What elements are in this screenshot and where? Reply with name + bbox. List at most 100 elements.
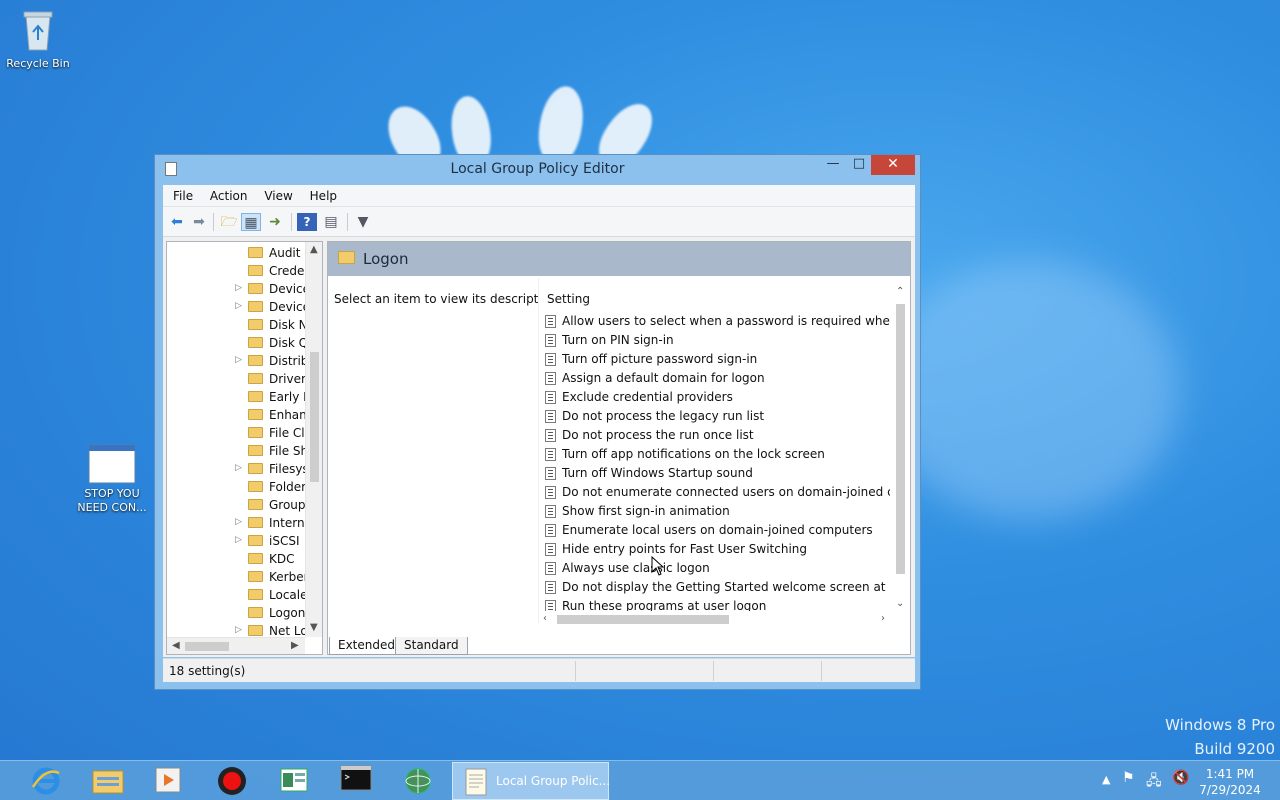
- setting-row[interactable]: Show first sign-in animation: [545, 502, 890, 521]
- menu-action[interactable]: Action: [200, 185, 248, 203]
- scroll-left-arrow-icon[interactable]: ‹: [543, 613, 547, 624]
- properties-pane-icon[interactable]: ▤: [321, 213, 341, 231]
- tree-item[interactable]: Early L: [167, 388, 317, 406]
- record-app-button[interactable]: [210, 765, 254, 797]
- expand-arrow-icon[interactable]: ▷: [235, 283, 242, 293]
- setting-row[interactable]: Turn off app notifications on the lock s…: [545, 445, 890, 464]
- close-button[interactable]: ✕: [871, 155, 915, 175]
- stop-you-need-con-shortcut[interactable]: STOP YOU NEED CON...: [74, 444, 150, 515]
- tree-item[interactable]: ▷ Filesys: [167, 460, 317, 478]
- recycle-bin-shortcut[interactable]: Recycle Bin: [0, 6, 76, 71]
- setting-row[interactable]: Do not process the legacy run list: [545, 407, 890, 426]
- volume-muted-icon[interactable]: 🔇: [1172, 770, 1189, 786]
- tree-item[interactable]: KDC: [167, 550, 317, 568]
- tree-item[interactable]: File Sh: [167, 442, 317, 460]
- settings-list: Setting Allow users to select when a pas…: [538, 278, 910, 628]
- maximize-button[interactable]: □: [845, 155, 873, 175]
- setting-column-header[interactable]: Setting: [547, 292, 590, 306]
- system-clock[interactable]: 1:41 PM 7/29/2024: [1190, 766, 1270, 798]
- setting-row[interactable]: Do not enumerate connected users on doma…: [545, 483, 890, 502]
- tree-item[interactable]: Kerber: [167, 568, 317, 586]
- menu-file[interactable]: File: [163, 185, 193, 203]
- up-folder-icon[interactable]: 🗁: [219, 213, 239, 231]
- settings-horizontal-scrollbar[interactable]: ‹ ›: [539, 611, 909, 628]
- tree-item[interactable]: File Cla: [167, 424, 317, 442]
- media-player-button[interactable]: [146, 765, 190, 797]
- settings-scroll-thumb[interactable]: [896, 304, 905, 574]
- help-icon[interactable]: ?: [297, 213, 317, 231]
- scroll-down-arrow-icon[interactable]: ⌄: [896, 598, 904, 609]
- back-arrow-icon[interactable]: ⬅: [167, 213, 187, 231]
- tree-item[interactable]: Disk N: [167, 316, 317, 334]
- tree-item[interactable]: Disk Q: [167, 334, 317, 352]
- command-prompt-button[interactable]: [334, 765, 378, 797]
- tree-horizontal-scrollbar[interactable]: ◀ ▶: [167, 637, 305, 654]
- show-hide-tree-icon[interactable]: ▦: [241, 213, 261, 231]
- tree-item[interactable]: Enhanc: [167, 406, 317, 424]
- show-hidden-icons[interactable]: ▲: [1102, 773, 1110, 786]
- setting-label: Turn off picture password sign-in: [562, 352, 758, 366]
- setting-row[interactable]: Hide entry points for Fast User Switchin…: [545, 540, 890, 559]
- scroll-up-arrow-icon[interactable]: ⌃: [896, 286, 904, 297]
- export-list-icon[interactable]: ➜: [265, 213, 285, 231]
- expand-arrow-icon[interactable]: ▷: [235, 463, 242, 473]
- tree-item[interactable]: Locale: [167, 586, 317, 604]
- tab-standard[interactable]: Standard: [395, 637, 468, 655]
- menu-view[interactable]: View: [254, 185, 292, 203]
- status-divider: [821, 661, 822, 681]
- setting-row[interactable]: Turn on PIN sign-in: [545, 331, 890, 350]
- expand-arrow-icon[interactable]: ▷: [235, 535, 242, 545]
- file-explorer-button[interactable]: [86, 765, 130, 797]
- tree-item[interactable]: Audit P: [167, 244, 317, 262]
- tree-vertical-scrollbar[interactable]: ▲ ▼: [305, 242, 322, 637]
- settings-vertical-scrollbar[interactable]: ⌃ ⌄: [892, 286, 909, 611]
- tree-item[interactable]: ▷ iSCSI: [167, 532, 317, 550]
- setting-row[interactable]: Turn off Windows Startup sound: [545, 464, 890, 483]
- tree-item[interactable]: ▷ Device: [167, 280, 317, 298]
- setting-row[interactable]: Turn off picture password sign-in: [545, 350, 890, 369]
- setting-row[interactable]: Allow users to select when a password is…: [545, 312, 890, 331]
- internet-explorer-button[interactable]: [24, 765, 68, 797]
- scroll-right-arrow-icon[interactable]: ▶: [291, 640, 299, 651]
- setting-row[interactable]: Exclude credential providers: [545, 388, 890, 407]
- policy-document-icon: [465, 768, 487, 796]
- tree-item[interactable]: ▷ Device: [167, 298, 317, 316]
- scroll-right-arrow-icon[interactable]: ›: [881, 613, 885, 624]
- scroll-down-arrow-icon[interactable]: ▼: [310, 622, 318, 633]
- expand-arrow-icon[interactable]: ▷: [235, 355, 242, 365]
- tree-item[interactable]: Driver: [167, 370, 317, 388]
- forward-arrow-icon[interactable]: ➡: [189, 213, 209, 231]
- setting-row[interactable]: Always use classic logon: [545, 559, 890, 578]
- taskbar-window-label: Local Group Polic...: [496, 774, 611, 788]
- tree-item[interactable]: Creden: [167, 262, 317, 280]
- title-bar[interactable]: Local Group Policy Editor — □ ✕: [155, 155, 920, 183]
- network-status-icon[interactable]: 🖧: [1146, 770, 1162, 794]
- expand-arrow-icon[interactable]: ▷: [235, 625, 242, 635]
- tree-item[interactable]: Folder: [167, 478, 317, 496]
- scroll-up-arrow-icon[interactable]: ▲: [310, 244, 318, 255]
- menu-help[interactable]: Help: [300, 185, 337, 203]
- filter-icon[interactable]: ▼: [353, 213, 373, 231]
- expand-arrow-icon[interactable]: ▷: [235, 517, 242, 527]
- scroll-left-arrow-icon[interactable]: ◀: [172, 640, 180, 651]
- setting-row[interactable]: Do not display the Getting Started welco…: [545, 578, 890, 597]
- action-center-flag-icon[interactable]: ⚑: [1122, 770, 1135, 786]
- setting-row[interactable]: Enumerate local users on domain-joined c…: [545, 521, 890, 540]
- setting-row[interactable]: Assign a default domain for logon: [545, 369, 890, 388]
- tree-item[interactable]: ▷ Interne: [167, 514, 317, 532]
- tree-hscroll-thumb[interactable]: [185, 642, 229, 651]
- taskbar-group-policy-button[interactable]: Local Group Polic...: [452, 762, 611, 800]
- system-app-button[interactable]: [272, 765, 316, 797]
- expand-arrow-icon[interactable]: ▷: [235, 301, 242, 311]
- tree-item[interactable]: ▷ Distrib: [167, 352, 317, 370]
- setting-row[interactable]: Do not process the run once list: [545, 426, 890, 445]
- tree-item[interactable]: Logon: [167, 604, 317, 622]
- wallpaper-glow: [880, 260, 1180, 520]
- network-app-button[interactable]: [396, 765, 440, 797]
- settings-hscroll-thumb[interactable]: [557, 615, 729, 624]
- tree-item[interactable]: Group: [167, 496, 317, 514]
- tree-scroll-thumb[interactable]: [310, 352, 319, 482]
- minimize-button[interactable]: —: [819, 155, 847, 175]
- tab-extended[interactable]: Extended: [329, 637, 404, 655]
- folder-icon: [248, 301, 263, 312]
